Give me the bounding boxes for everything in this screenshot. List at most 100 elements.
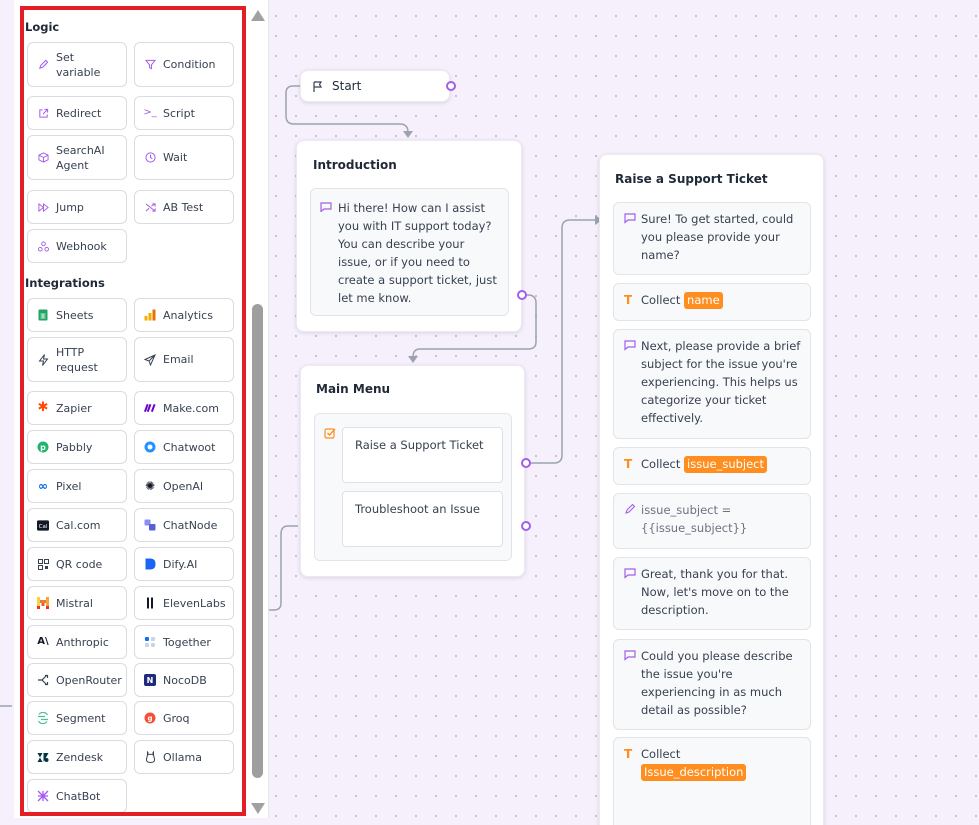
choice-group: Raise a Support Ticket Troubleshoot an I… [314, 413, 512, 561]
text-input-step[interactable]: T Collect issue_subject [613, 447, 811, 485]
chat-bubble-icon [624, 340, 636, 351]
block-zendesk[interactable]: Zendesk [27, 740, 127, 774]
block-wait[interactable]: Wait [134, 135, 234, 180]
text-input-step[interactable]: T Collect Issue_description [613, 737, 811, 825]
message-text: Next, please provide a brief subject for… [641, 339, 801, 425]
blocks-sidebar: Logic Set variable Condition Redirect >_… [14, 0, 269, 818]
support-ticket-node[interactable]: Raise a Support Ticket Sure! To get star… [599, 154, 824, 825]
main-menu-node[interactable]: Main Menu Raise a Support Ticket Trouble… [300, 365, 525, 577]
chatbot-icon [37, 790, 49, 802]
block-label: NocoDB [163, 673, 207, 687]
scroll-down-arrow-icon[interactable] [251, 803, 265, 814]
block-mistral[interactable]: Mistral [27, 586, 127, 620]
block-zapier[interactable]: ✱ Zapier [27, 391, 127, 425]
sidebar-scrollbar[interactable] [250, 8, 266, 816]
start-node[interactable]: Start [300, 70, 450, 102]
collect-label: Collect [641, 747, 681, 761]
block-label: Ollama [163, 750, 202, 764]
analytics-icon [144, 309, 156, 321]
block-script[interactable]: >_ Script [134, 96, 234, 130]
block-ab-test[interactable]: AB Test [134, 190, 234, 224]
text-input-step[interactable]: T Collect name [613, 283, 811, 321]
text-bubble[interactable]: Hi there! How can I assist you with IT s… [310, 188, 509, 316]
block-set-variable[interactable]: Set variable [27, 42, 127, 87]
flag-icon [313, 81, 323, 92]
make-icon [144, 402, 156, 414]
block-pixel[interactable]: ∞ Pixel [27, 469, 127, 503]
block-label: Chatwoot [163, 440, 216, 454]
block-email[interactable]: Email [134, 337, 234, 382]
fast-forward-icon [37, 201, 49, 213]
edge-menu-ticket [527, 219, 598, 464]
block-qr-code[interactable]: QR code [27, 547, 127, 581]
message-text: Sure! To get started, could you please p… [641, 212, 794, 262]
block-label: Pabbly [56, 440, 93, 454]
block-anthropic[interactable]: A\ Anthropic [27, 625, 127, 659]
block-ollama[interactable]: Ollama [134, 740, 234, 774]
menu-item-1-handle[interactable] [521, 458, 531, 468]
svg-text:N: N [147, 676, 154, 685]
mistral-icon [37, 597, 49, 609]
block-analytics[interactable]: Analytics [134, 298, 234, 332]
block-nocodb[interactable]: N NocoDB [134, 663, 234, 697]
text-bubble[interactable]: Great, thank you for that. Now, let's mo… [613, 557, 811, 630]
edge-arrow [408, 356, 418, 363]
block-label: Email [163, 353, 194, 366]
set-variable-text: issue_subject = {{issue_subject}} [641, 503, 748, 535]
block-label: Set variable [56, 50, 101, 79]
block-chatwoot[interactable]: Chatwoot [134, 430, 234, 464]
chat-bubble-icon [624, 650, 636, 661]
collect-label: Collect [641, 293, 681, 307]
zapier-icon: ✱ [37, 400, 49, 415]
start-output-handle[interactable] [446, 81, 456, 91]
block-webhook[interactable]: Webhook [27, 229, 127, 263]
elevenlabs-icon [144, 597, 156, 609]
block-label: Pixel [56, 479, 82, 493]
text-bubble[interactable]: Next, please provide a brief subject for… [613, 329, 811, 439]
block-dify[interactable]: Dify.AI [134, 547, 234, 581]
set-variable-step[interactable]: issue_subject = {{issue_subject}} [613, 493, 811, 549]
menu-item-2-handle[interactable] [521, 521, 531, 531]
block-together[interactable]: Together [134, 625, 234, 659]
text-bubble[interactable]: Sure! To get started, could you please p… [613, 202, 811, 275]
message-text: Hi there! How can I assist you with IT s… [338, 201, 497, 305]
node-title: Main Menu [316, 382, 391, 396]
block-calcom[interactable]: Cal Cal.com [27, 508, 127, 542]
block-groq[interactable]: g Groq [134, 701, 234, 735]
block-label: ChatBot [56, 789, 101, 803]
block-jump[interactable]: Jump [27, 190, 127, 224]
webhook-icon [37, 240, 49, 252]
block-chatnode[interactable]: ChatNode [134, 508, 234, 542]
block-pabbly[interactable]: p Pabbly [27, 430, 127, 464]
block-sheets[interactable]: Sheets [27, 298, 127, 332]
introduction-node[interactable]: Introduction Hi there! How can I assist … [296, 140, 522, 332]
block-make[interactable]: Make.com [134, 391, 234, 425]
checkbox-icon [324, 428, 336, 439]
block-chatbot[interactable]: ChatBot [27, 779, 127, 813]
clock-icon [144, 152, 156, 164]
intro-output-handle[interactable] [517, 290, 527, 300]
svg-text:p: p [40, 443, 46, 452]
menu-item-troubleshoot[interactable]: Troubleshoot an Issue [342, 491, 503, 547]
block-label: Zendesk [56, 750, 104, 764]
block-condition[interactable]: Condition [134, 42, 234, 87]
menu-item-raise-ticket[interactable]: Raise a Support Ticket [342, 427, 503, 483]
block-label: Cal.com [56, 518, 101, 532]
block-openai[interactable]: ✺ OpenAI [134, 469, 234, 503]
lightning-icon [37, 353, 49, 366]
block-label: Redirect [56, 106, 102, 120]
groq-icon: g [144, 712, 156, 724]
block-elevenlabs[interactable]: ElevenLabs [134, 586, 234, 620]
block-label: Analytics [163, 308, 213, 322]
google-sheets-icon [37, 309, 49, 321]
text-bubble[interactable]: Could you please describe the issue you'… [613, 639, 811, 730]
scrollbar-thumb[interactable] [252, 304, 263, 778]
block-label: Anthropic [56, 635, 109, 649]
block-http-request[interactable]: HTTP request [27, 337, 127, 382]
chatwoot-icon [144, 441, 156, 453]
block-segment[interactable]: Segment [27, 701, 127, 735]
block-redirect[interactable]: Redirect [27, 96, 127, 130]
scroll-up-arrow-icon[interactable] [251, 10, 265, 21]
block-searchai-agent[interactable]: SearchAI Agent [27, 135, 127, 180]
block-openrouter[interactable]: OpenRouter [27, 663, 127, 697]
